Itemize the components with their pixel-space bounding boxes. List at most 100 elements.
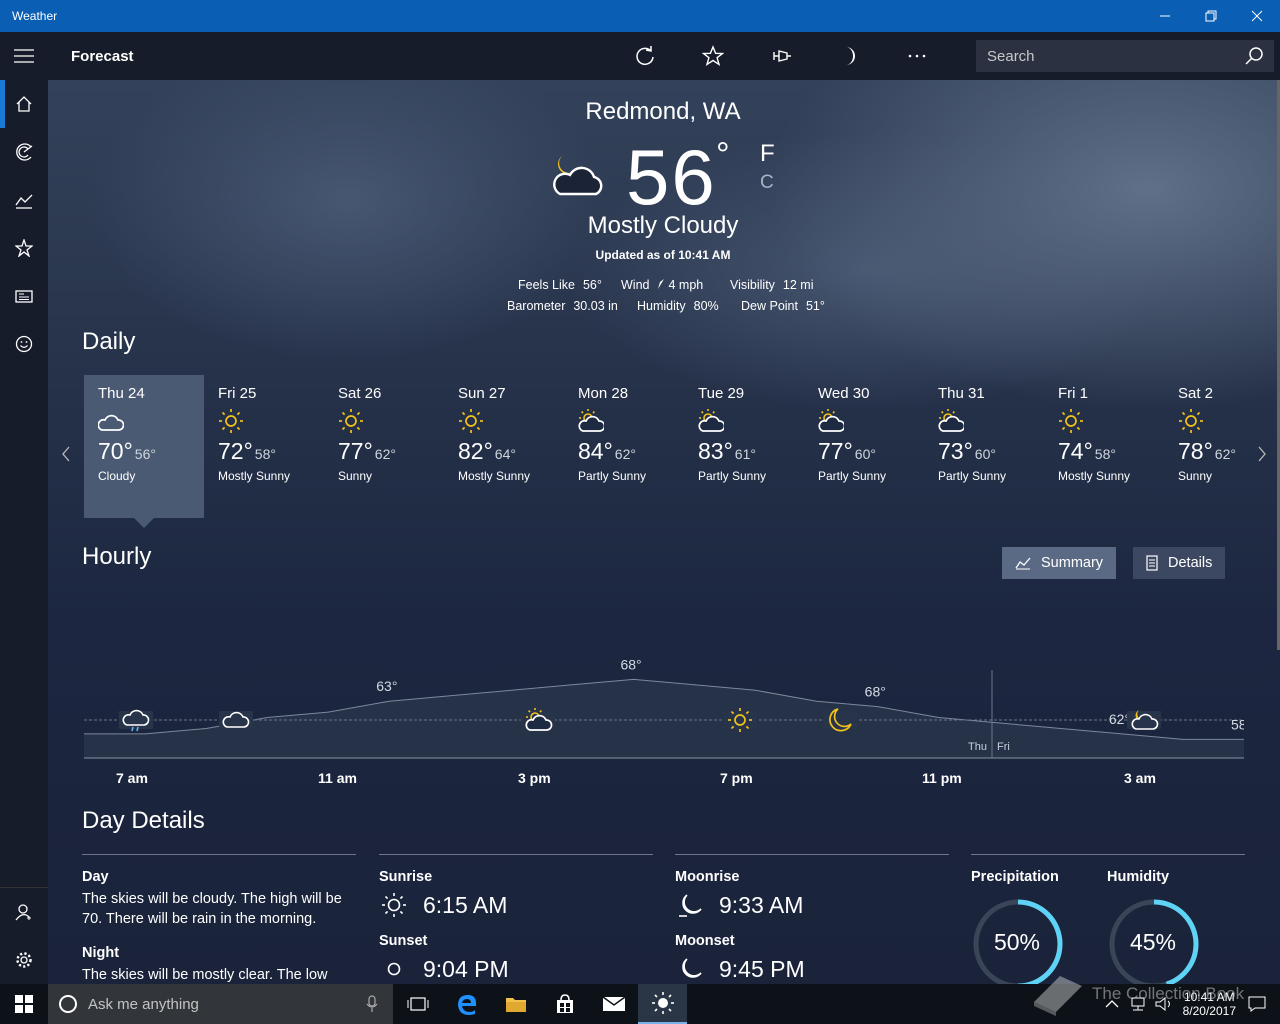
daily-day-card[interactable]: Sat 26 77° 62° Sunny — [324, 375, 444, 518]
chart-icon — [15, 194, 33, 209]
barometer-value: 30.03 in — [573, 299, 618, 313]
sidebar-item-feedback[interactable] — [0, 320, 48, 368]
sun-icon — [458, 408, 564, 436]
sidebar-item-forecast[interactable] — [0, 80, 48, 128]
day-condition: Sunny — [1178, 469, 1213, 483]
book-logo-icon — [1034, 976, 1082, 1016]
barometer-stat: Barometer 30.03 in — [507, 299, 618, 313]
divider — [675, 854, 949, 855]
task-view-button[interactable] — [393, 984, 442, 1024]
day-condition: Mostly Sunny — [1058, 469, 1131, 483]
hourly-temp-label: 58° — [1231, 716, 1244, 732]
store-button[interactable] — [540, 984, 589, 1024]
day-high: 77° — [818, 438, 853, 464]
sidebar-item-settings[interactable] — [0, 936, 48, 984]
day-condition: Cloudy — [98, 469, 136, 483]
day-temps: 70° 56° — [98, 438, 204, 465]
refresh-button[interactable] — [611, 32, 679, 80]
minimize-icon — [1160, 15, 1170, 17]
menu-button[interactable] — [0, 32, 48, 80]
day-condition: Mostly Sunny — [458, 469, 531, 483]
more-button[interactable] — [883, 32, 951, 80]
updated-time: Updated as of 10:41 AM — [595, 248, 731, 262]
divider — [82, 854, 356, 855]
day-low: 58° — [254, 446, 276, 462]
sun-column: Sunrise 6:15 AM Sunset 9:04 PM — [379, 854, 653, 983]
dark-mode-button[interactable] — [815, 32, 883, 80]
partly-night-icon — [1127, 710, 1161, 730]
day-high: 72° — [218, 438, 253, 464]
search-input[interactable] — [987, 47, 1234, 65]
favorite-button[interactable] — [679, 32, 747, 80]
pin-button[interactable] — [747, 32, 815, 80]
hourly-time-tick: 3 pm — [518, 770, 551, 786]
close-button[interactable] — [1234, 0, 1280, 32]
daily-day-card[interactable]: Sun 27 82° 64° Mostly Sunny — [444, 375, 564, 518]
gear-icon — [16, 952, 32, 968]
day-name: Mon 28 — [578, 385, 629, 402]
cortana-search[interactable]: Ask me anything — [48, 984, 393, 1024]
sunset-label: Sunset — [379, 933, 428, 949]
summary-button[interactable]: Summary — [1002, 547, 1117, 579]
search-button[interactable] — [1234, 40, 1274, 72]
moon-icon — [823, 708, 857, 732]
fahrenheit-toggle[interactable]: F — [760, 140, 775, 168]
star-icon — [702, 45, 724, 67]
day-temps: 84° 62° — [578, 438, 684, 465]
daily-day-card[interactable]: Fri 25 72° 58° Mostly Sunny — [204, 375, 324, 518]
restore-button[interactable] — [1188, 0, 1234, 32]
wind-stat: Wind 4 mph — [621, 278, 703, 292]
cloud-icon — [219, 711, 253, 729]
daily-prev-button[interactable] — [56, 434, 76, 474]
daily-day-card[interactable]: Tue 29 83° 61° Partly Sunny — [684, 375, 804, 518]
person-icon — [15, 904, 31, 921]
daily-day-card[interactable]: Thu 24 70° 56° Cloudy — [84, 375, 204, 518]
daily-day-card[interactable]: Wed 30 77° 60° Partly Sunny — [804, 375, 924, 518]
daily-day-card[interactable]: Sat 2 78° 62° Sunny — [1164, 375, 1280, 518]
night-text: The skies will be mostly clear. The low — [82, 967, 328, 983]
divider — [379, 854, 653, 855]
sidebar-item-account[interactable] — [0, 888, 48, 936]
weather-app-button[interactable] — [638, 984, 687, 1024]
sun-icon — [338, 408, 444, 436]
title-bar: Weather — [0, 0, 1280, 32]
humidity-label: Humidity — [637, 299, 686, 313]
sunrise-value: 6:15 AM — [423, 891, 508, 918]
dewpoint-label: Dew Point — [741, 299, 798, 313]
minimize-button[interactable] — [1142, 0, 1188, 32]
day-low: 58° — [1094, 446, 1116, 462]
places-star-icon — [15, 239, 33, 257]
day-condition: Sunny — [338, 469, 373, 483]
partly-icon — [578, 408, 684, 436]
day-details-title: Day Details — [82, 807, 205, 834]
microphone-icon — [366, 995, 378, 1012]
chevron-left-icon — [62, 446, 70, 462]
feels-like-stat: Feels Like 56° — [518, 278, 602, 292]
day-low: 56° — [134, 446, 156, 462]
sidebar-item-places[interactable] — [0, 224, 48, 272]
sidebar-item-news[interactable] — [0, 272, 48, 320]
details-button[interactable]: Details — [1133, 547, 1226, 579]
sidebar-item-historical[interactable] — [0, 176, 48, 224]
day-name: Sat 26 — [338, 385, 382, 402]
daily-day-card[interactable]: Mon 28 84° 62° Partly Sunny — [564, 375, 684, 518]
day-low: 62° — [374, 446, 396, 462]
task-view-icon — [407, 997, 428, 1011]
hourly-temp-label: 63° — [376, 678, 397, 694]
mail-button[interactable] — [589, 984, 638, 1024]
action-center-icon[interactable] — [1248, 996, 1266, 1012]
file-explorer-button[interactable] — [491, 984, 540, 1024]
daily-forecast-strip: Thu 24 70° 56° Cloudy Fri 25 72° 58° Mostly Sun… — [84, 375, 1244, 528]
news-icon — [15, 290, 33, 303]
pin-icon — [773, 50, 791, 62]
daily-day-card[interactable]: Fri 1 74° 58° Mostly Sunny — [1044, 375, 1164, 518]
sidebar-item-maps[interactable] — [0, 128, 48, 176]
start-button[interactable] — [0, 984, 48, 1024]
city-name: Redmond, WA — [585, 98, 741, 125]
main-content: Redmond, WA 56 ° F C Mostly Cloudy Updat… — [48, 80, 1280, 984]
sun-icon — [723, 708, 757, 732]
edge-button[interactable] — [442, 984, 491, 1024]
hourly-time-tick: 7 am — [116, 770, 148, 786]
daily-day-card[interactable]: Thu 31 73° 60° Partly Sunny — [924, 375, 1044, 518]
celsius-toggle[interactable]: C — [760, 172, 774, 194]
